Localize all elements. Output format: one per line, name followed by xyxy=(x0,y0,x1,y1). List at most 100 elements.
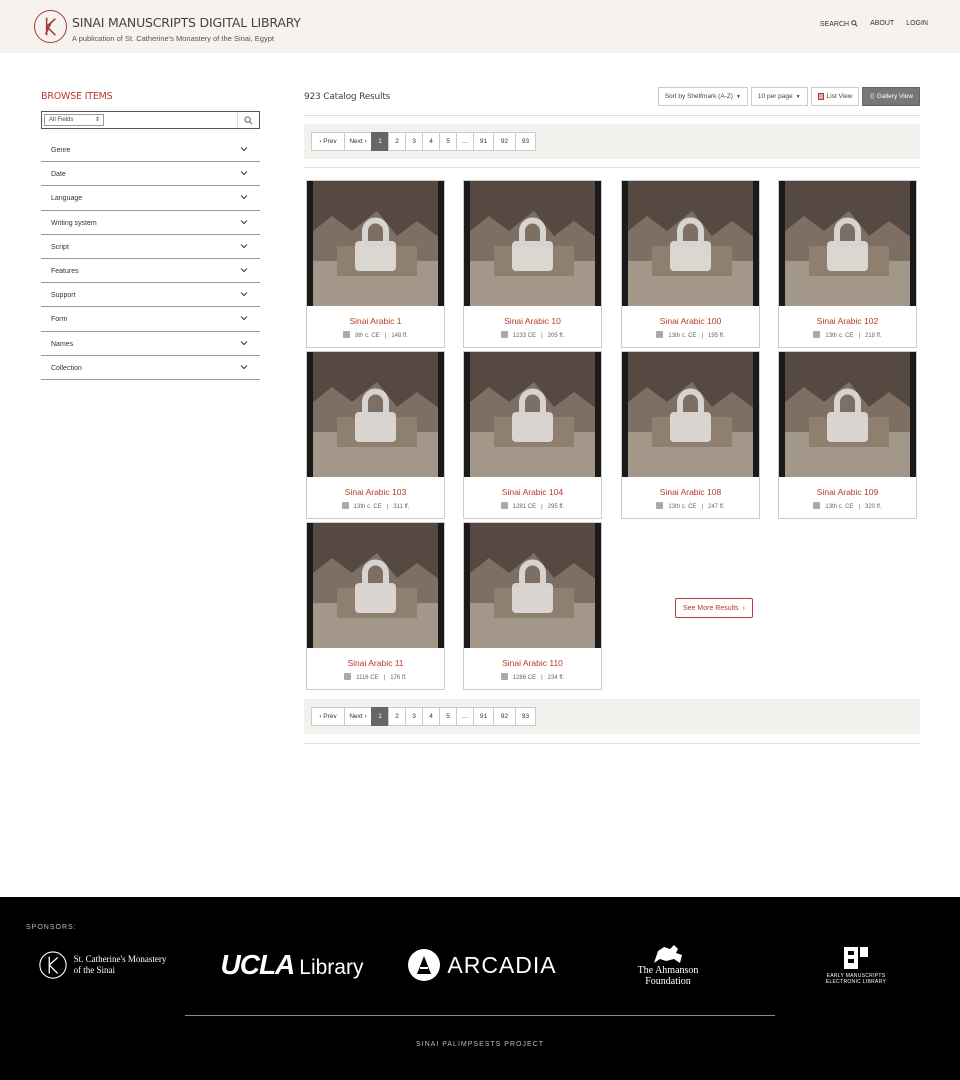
next-page-button[interactable]: Next › xyxy=(344,132,372,151)
page-4[interactable]: 4 xyxy=(422,707,440,726)
facet-form[interactable]: Form xyxy=(41,307,260,332)
page-3[interactable]: 3 xyxy=(405,132,423,151)
sort-dropdown[interactable]: Sort by Shelfmark (A-Z) ▼ xyxy=(657,87,748,106)
ucla-library: Library xyxy=(299,956,364,979)
page-1[interactable]: 1 xyxy=(371,132,389,151)
page-93[interactable]: 93 xyxy=(515,132,536,151)
gallery-view-button[interactable]: ⠿ Gallery View xyxy=(862,87,920,106)
nav-search-label: SEARCH xyxy=(819,21,850,28)
page-92[interactable]: 92 xyxy=(493,707,516,726)
page-93[interactable]: 93 xyxy=(515,707,536,726)
page-4[interactable]: 4 xyxy=(422,132,440,151)
see-more-results-button[interactable]: See More Results › xyxy=(675,598,753,618)
meta-separator: | xyxy=(541,675,543,681)
facet-collection[interactable]: Collection xyxy=(41,356,260,380)
result-title[interactable]: Sinai Arabic 104 xyxy=(464,487,601,497)
nav-login[interactable]: LOGIN xyxy=(906,20,928,28)
site-title[interactable]: SINAI MANUSCRIPTS DIGITAL LIBRARY xyxy=(72,15,301,30)
result-card[interactable]: Sinai Arabic 1 9th c. CE | 148 ff. xyxy=(306,180,445,348)
sidebar-search-input[interactable] xyxy=(108,114,238,126)
result-folios: 320 ff. xyxy=(865,504,882,510)
result-thumbnail[interactable] xyxy=(464,352,601,477)
chevron-down-icon xyxy=(240,364,248,369)
chevron-down-icon xyxy=(240,316,248,321)
result-title[interactable]: Sinai Arabic 11 xyxy=(307,658,444,668)
sidebar-search-button[interactable] xyxy=(237,112,259,128)
facet-date[interactable]: Date xyxy=(41,162,260,187)
chevron-down-icon xyxy=(240,219,248,224)
result-thumbnail[interactable] xyxy=(307,181,444,306)
result-title[interactable]: Sinai Arabic 100 xyxy=(622,316,759,326)
result-thumbnail[interactable] xyxy=(464,523,601,648)
manuscript-icon xyxy=(500,502,508,509)
result-card[interactable]: Sinai Arabic 100 13th c. CE | 195 ff. xyxy=(621,180,760,348)
facet-label: Genre xyxy=(51,147,71,154)
chevron-right-icon: › xyxy=(742,604,745,612)
sinai-palimpsests-link[interactable]: SINAI PALIMPSESTS PROJECT xyxy=(0,1041,960,1048)
meta-separator: | xyxy=(541,333,543,339)
facet-script[interactable]: Script xyxy=(41,235,260,259)
result-title[interactable]: Sinai Arabic 110 xyxy=(464,658,601,668)
result-thumbnail[interactable] xyxy=(464,181,601,306)
result-card[interactable]: Sinai Arabic 110 1286 CE | 234 ff. xyxy=(463,522,602,690)
result-title[interactable]: Sinai Arabic 1 xyxy=(307,316,444,326)
page-5[interactable]: 5 xyxy=(439,707,457,726)
chevron-down-icon xyxy=(240,243,248,248)
result-thumbnail[interactable] xyxy=(779,352,916,477)
site-logo-icon[interactable] xyxy=(34,10,67,43)
result-card[interactable]: Sinai Arabic 104 1281 CE | 295 ff. xyxy=(463,351,602,519)
manuscript-icon xyxy=(344,673,352,680)
facet-support[interactable]: Support xyxy=(41,283,260,308)
sponsor-st-catherines-logo[interactable]: St. Catherine's Monastery of the Sinai xyxy=(32,943,172,987)
locked-thumbnail-image xyxy=(622,352,759,477)
result-card[interactable]: Sinai Arabic 103 13th c. CE | 311 ff. xyxy=(306,351,445,519)
result-title[interactable]: Sinai Arabic 108 xyxy=(622,487,759,497)
next-page-button[interactable]: Next › xyxy=(344,707,372,726)
page-92[interactable]: 92 xyxy=(493,132,516,151)
stc-line2: of the Sinai xyxy=(73,965,116,975)
facet-genre[interactable]: Genre xyxy=(41,138,260,163)
result-card[interactable]: Sinai Arabic 10 1233 CE | 205 ff. xyxy=(463,180,602,348)
result-thumbnail[interactable] xyxy=(307,523,444,648)
result-card[interactable]: Sinai Arabic 11 1116 CE | 176 ff. xyxy=(306,522,445,690)
page-2[interactable]: 2 xyxy=(388,132,406,151)
page-2[interactable]: 2 xyxy=(388,707,406,726)
chevron-down-icon: ▼ xyxy=(735,93,741,100)
result-title[interactable]: Sinai Arabic 102 xyxy=(779,316,916,326)
sponsor-ahmanson-logo[interactable]: The Ahmanson Foundation xyxy=(600,943,736,987)
facet-features[interactable]: Features xyxy=(41,259,260,284)
result-card[interactable]: Sinai Arabic 109 13th c. CE | 320 ff. xyxy=(778,351,917,519)
search-field-select[interactable]: All Fields ⇕ xyxy=(44,114,104,126)
sponsor-emel-logo[interactable]: EARLY MANUSCRIPTS ELECTRONIC LIBRARY xyxy=(800,943,912,987)
prev-page-button[interactable]: ‹ Prev xyxy=(311,132,345,151)
page-91[interactable]: 91 xyxy=(473,132,494,151)
result-title[interactable]: Sinai Arabic 103 xyxy=(307,487,444,497)
per-page-dropdown[interactable]: 10 per page ▼ xyxy=(750,87,808,106)
nav-about[interactable]: ABOUT xyxy=(870,20,894,28)
result-thumbnail[interactable] xyxy=(622,352,759,477)
list-view-button[interactable]: List View xyxy=(810,87,860,106)
result-card[interactable]: Sinai Arabic 108 13th c. CE | 247 ff. xyxy=(621,351,760,519)
result-thumbnail[interactable] xyxy=(307,352,444,477)
page-5[interactable]: 5 xyxy=(439,132,457,151)
page-1[interactable]: 1 xyxy=(371,707,389,726)
site-footer: SPONSORS: St. Catherine's Monastery of t… xyxy=(0,897,960,1080)
result-thumbnail[interactable] xyxy=(622,181,759,306)
result-thumbnail[interactable] xyxy=(779,181,916,306)
facet-label: Writing system xyxy=(51,219,97,227)
page-91[interactable]: 91 xyxy=(473,707,494,726)
facet-writing-system[interactable]: Writing system xyxy=(41,211,260,235)
sponsor-ucla-library-logo[interactable]: UCLA Library xyxy=(212,943,372,987)
result-title[interactable]: Sinai Arabic 10 xyxy=(464,316,601,326)
nav-search[interactable]: SEARCH xyxy=(820,20,858,28)
page-3[interactable]: 3 xyxy=(405,707,423,726)
search-field-value: All Fields xyxy=(49,117,74,123)
result-card[interactable]: Sinai Arabic 102 13th c. CE | 218 ff. xyxy=(778,180,917,348)
facet-language[interactable]: Language xyxy=(41,186,260,211)
result-title[interactable]: Sinai Arabic 109 xyxy=(779,487,916,497)
facet-names[interactable]: Names xyxy=(41,332,260,356)
prev-page-button[interactable]: ‹ Prev xyxy=(311,707,345,726)
monastery-emblem-icon xyxy=(38,951,67,979)
sponsor-arcadia-logo[interactable]: ARCADIA xyxy=(402,943,562,987)
arcadia-emblem-icon xyxy=(408,949,441,981)
